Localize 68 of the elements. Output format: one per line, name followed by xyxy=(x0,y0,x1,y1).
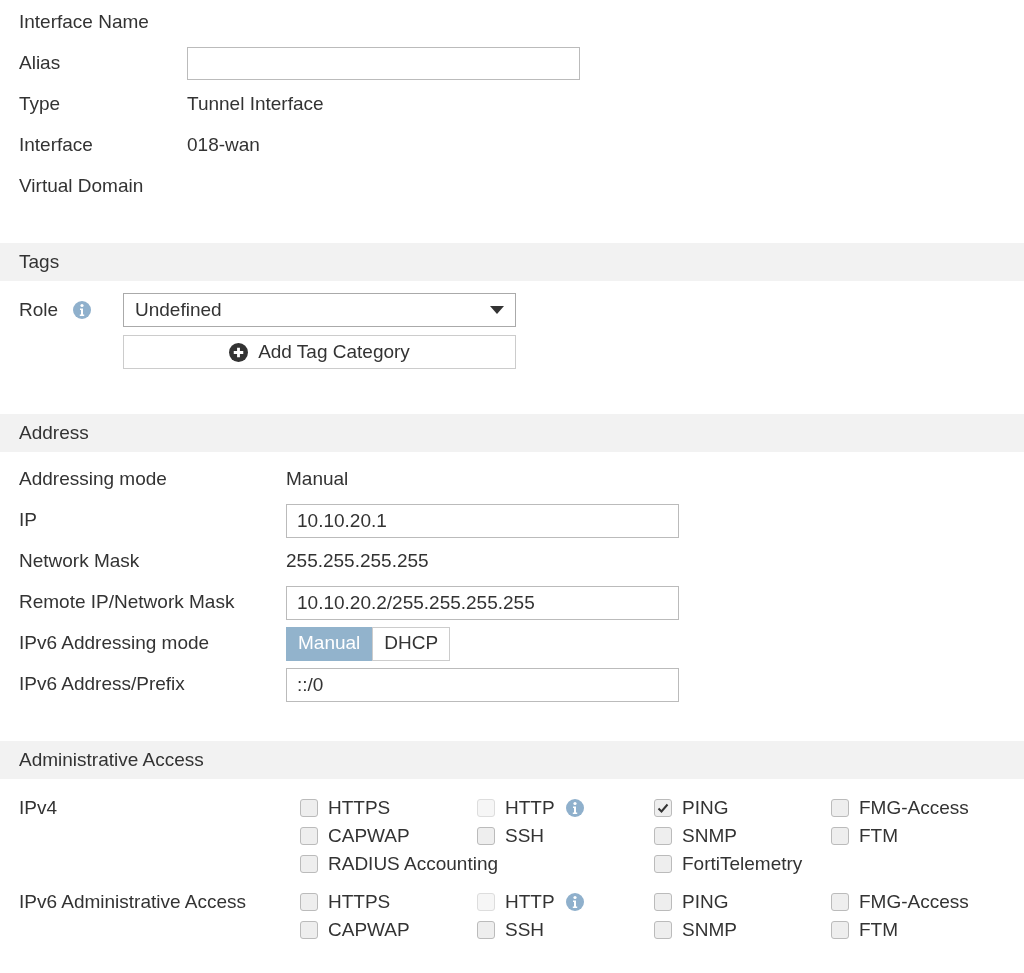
checkbox[interactable] xyxy=(654,855,672,874)
checkbox[interactable] xyxy=(831,921,849,940)
checkbox-label: SNMP xyxy=(682,824,737,848)
checkbox[interactable] xyxy=(654,921,672,940)
field-label: Interface xyxy=(19,133,94,158)
field-label: Remote IP/Network Mask xyxy=(19,590,236,615)
checkbox[interactable] xyxy=(300,855,318,874)
checkbox-label: SNMP xyxy=(682,918,737,942)
section-header: Tags xyxy=(0,243,1024,281)
checkbox[interactable] xyxy=(300,893,318,912)
checkbox-label: FMG-Access xyxy=(859,890,969,914)
checkbox[interactable] xyxy=(831,827,849,846)
field-label: IPv6 Addressing mode xyxy=(19,631,211,656)
plus-circle-icon xyxy=(229,342,249,362)
input-field[interactable]: 10.10.20.1 xyxy=(286,503,679,538)
add-tag-category-button[interactable]: Add Tag Category xyxy=(123,335,516,369)
checkmark-icon xyxy=(657,802,669,815)
field-label: Alias xyxy=(19,51,62,76)
checkbox-label: FMG-Access xyxy=(859,796,969,820)
field-label: IPv4 xyxy=(19,796,59,820)
checkbox-label: RADIUS Accounting xyxy=(328,852,499,876)
checkbox[interactable] xyxy=(300,921,318,940)
checkbox-label: FTM xyxy=(859,918,899,942)
info-icon xyxy=(564,892,585,913)
checkbox[interactable] xyxy=(831,799,849,818)
checkbox[interactable] xyxy=(300,827,318,846)
role-dropdown[interactable]: Undefined xyxy=(123,293,516,327)
checkbox-label: CAPWAP xyxy=(328,824,410,848)
checkbox-label: PING xyxy=(682,796,729,820)
field-label: Addressing mode xyxy=(19,467,168,492)
field-label: IPv6 Address/Prefix xyxy=(19,672,186,697)
checkbox[interactable] xyxy=(477,921,495,940)
field-label: Interface Name xyxy=(19,10,150,35)
checkbox-label: HTTPS xyxy=(328,796,391,820)
field-label: Network Mask xyxy=(19,549,141,574)
info-icon xyxy=(72,300,93,320)
checkbox[interactable] xyxy=(477,827,495,846)
checkbox[interactable] xyxy=(300,799,318,818)
field-value: Manual xyxy=(286,467,349,492)
input-field[interactable]: ::/0 xyxy=(286,667,679,702)
checkbox-label: PING xyxy=(682,890,729,914)
field-label: IPv6 Administrative Access xyxy=(19,890,248,914)
section-header: Address xyxy=(0,414,1024,452)
field-value: 018-wan xyxy=(187,133,260,158)
field-label: Type xyxy=(19,92,62,117)
checkbox-label: SSH xyxy=(505,918,545,942)
mode-toggle-option[interactable]: DHCP xyxy=(372,626,451,661)
input-field[interactable] xyxy=(187,47,580,80)
checkbox[interactable] xyxy=(654,799,672,818)
caret-icon xyxy=(490,306,504,314)
info-icon xyxy=(564,798,585,819)
checkbox-label: HTTP xyxy=(505,890,555,914)
input-field[interactable]: 10.10.20.2/255.255.255.255 xyxy=(286,585,679,620)
checkbox-label: FortiTelemetry xyxy=(682,852,803,876)
field-label: Role xyxy=(19,297,59,322)
field-value: Tunnel Interface xyxy=(187,92,324,117)
checkbox[interactable] xyxy=(654,827,672,846)
field-value: 255.255.255.255 xyxy=(286,549,429,574)
checkbox-label: CAPWAP xyxy=(328,918,410,942)
field-label: Virtual Domain xyxy=(19,174,145,199)
checkbox-label: HTTPS xyxy=(328,890,391,914)
checkbox-label: HTTP xyxy=(505,796,555,820)
checkbox-label: SSH xyxy=(505,824,545,848)
checkbox-label: FTM xyxy=(859,824,899,848)
checkbox[interactable] xyxy=(654,893,672,912)
section-header: Administrative Access xyxy=(0,741,1024,779)
checkbox[interactable] xyxy=(831,893,849,912)
field-label: IP xyxy=(19,508,38,533)
